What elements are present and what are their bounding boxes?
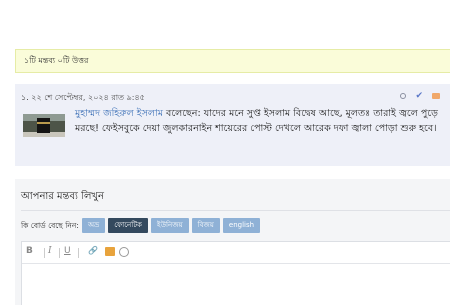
keyboard-option-avro[interactable]: অভ্র: [82, 218, 106, 233]
comment-count-bar: ১টি মন্তব্য ০টি উত্তর: [15, 49, 450, 73]
comment-number: ১.: [21, 93, 29, 102]
flag-icon[interactable]: [432, 93, 440, 99]
check-icon[interactable]: ✔: [415, 90, 423, 102]
keyboard-option-unijoy[interactable]: ইউনিজয়: [150, 218, 189, 233]
divider: [21, 210, 450, 211]
comment-editor[interactable]: B I U 🔗: [21, 241, 450, 305]
keyboard-option-bijoy[interactable]: বিজয়: [191, 218, 220, 233]
editor-toolbar: B I U 🔗: [22, 242, 450, 264]
italic-button[interactable]: I: [48, 246, 52, 256]
underline-button[interactable]: U: [64, 246, 71, 256]
comment-count: ১টি মন্তব্য ০টি উত্তর: [24, 56, 89, 65]
form-title: আপনার মন্তব্য লিখুন: [21, 191, 104, 202]
comment-body: মুহাম্মদ জহিরুল ইসলাম বলেছেন: যাদের মনে …: [75, 106, 445, 136]
link-icon[interactable]: 🔗: [88, 246, 98, 255]
page: ১টি মন্তব্য ০টি উত্তর ১. ২২ শে সেপ্টেম্ব…: [0, 0, 450, 305]
image-icon[interactable]: [105, 247, 115, 256]
circle-icon[interactable]: [400, 93, 407, 99]
avatar[interactable]: [23, 114, 65, 137]
comment-form: আপনার মন্তব্য লিখুন কি বোর্ড বেছে নিন: অ…: [15, 179, 450, 305]
comment-actions: ✔: [400, 90, 440, 102]
keyboard-option-english[interactable]: english: [222, 218, 261, 233]
comment-author-link[interactable]: মুহাম্মদ জহিরুল ইসলাম: [75, 108, 163, 119]
emoji-icon[interactable]: [119, 247, 129, 257]
keyboard-option-phonetic[interactable]: ফোনেটিক: [108, 218, 148, 233]
comment-meta: ১. ২২ শে সেপ্টেম্বর, ২০২৪ রাত ৯:৪৫: [21, 92, 145, 105]
toolbar-divider: [78, 248, 79, 258]
toolbar-divider: [59, 248, 60, 258]
toolbar-divider: [44, 248, 45, 258]
comment-item: ১. ২২ শে সেপ্টেম্বর, ২০২৪ রাত ৯:৪৫ ✔ মুহ…: [15, 84, 450, 166]
comment-date: ২২ শে সেপ্টেম্বর, ২০২৪ রাত ৯:৪৫: [31, 93, 145, 102]
keyboard-options: অভ্র ফোনেটিক ইউনিজয় বিজয় english: [82, 218, 261, 233]
keyboard-label: কি বোর্ড বেছে নিন:: [21, 221, 79, 230]
bold-button[interactable]: B: [26, 246, 33, 256]
